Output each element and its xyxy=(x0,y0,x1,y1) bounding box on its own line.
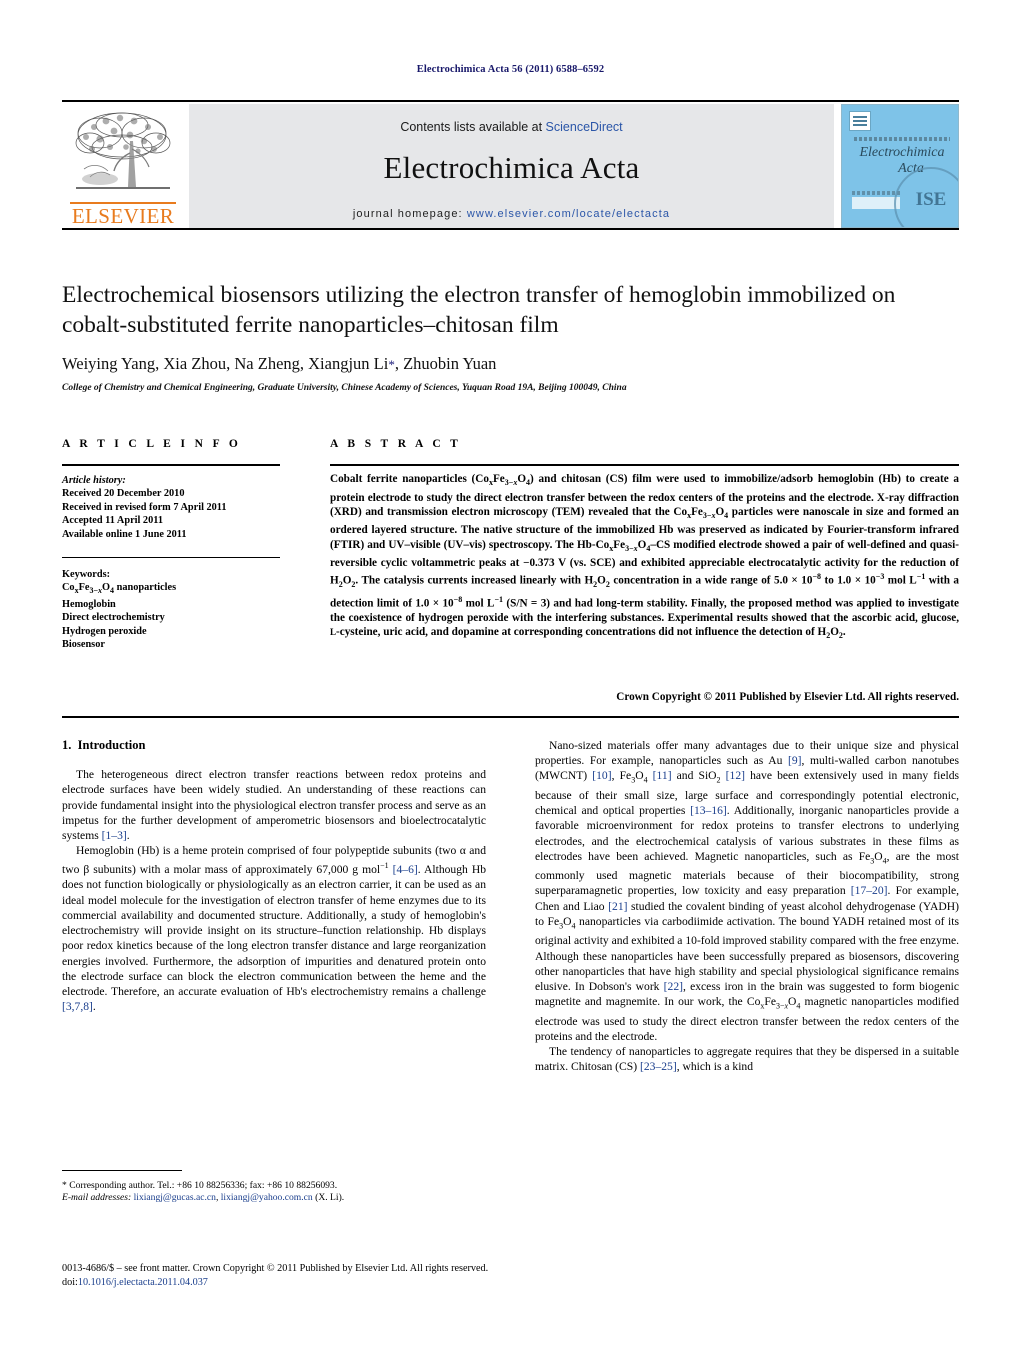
history-item: Received 20 December 2010 xyxy=(62,488,185,500)
contents-prefix: Contents lists available at xyxy=(400,120,546,134)
keyword-item: Hemoglobin xyxy=(62,598,116,610)
article-history: Article history: Received 20 December 20… xyxy=(62,474,280,541)
doi-label: doi: xyxy=(62,1276,78,1288)
footnote-corresponding: Corresponding author. Tel.: +86 10 88256… xyxy=(69,1180,338,1191)
masthead-top-rule xyxy=(62,100,959,102)
keyword-item: CoxFe3−xO4 nanoparticles xyxy=(62,582,177,596)
history-item: Received in revised form 7 April 2011 xyxy=(62,501,227,513)
email-label: E-mail addresses: xyxy=(62,1192,132,1204)
section-number: 1. xyxy=(62,738,72,752)
doi-line: doi:10.1016/j.electacta.2011.04.037 xyxy=(62,1276,959,1290)
contents-available-line: Contents lists available at ScienceDirec… xyxy=(189,120,834,134)
corresponding-author-footnote: * Corresponding author. Tel.: +86 10 882… xyxy=(62,1170,486,1205)
abstract-rule-top xyxy=(330,464,959,466)
info-rule-middle xyxy=(62,557,280,559)
cover-note-box xyxy=(852,197,900,209)
masthead-bottom-rule xyxy=(62,228,959,230)
email-attribution: (X. Li). xyxy=(315,1192,345,1204)
author-names: Weiying Yang, Xia Zhou, Na Zheng, Xiangj… xyxy=(62,354,389,373)
homepage-url-link[interactable]: www.elsevier.com/locate/electacta xyxy=(467,208,670,220)
keywords-block: Keywords: CoxFe3−xO4 nanoparticles Hemog… xyxy=(62,568,280,651)
journal-homepage-line: journal homepage: www.elsevier.com/locat… xyxy=(189,208,834,220)
elsevier-tree-icon xyxy=(70,109,176,199)
running-head: Electrochimica Acta 56 (2011) 6588–6592 xyxy=(416,64,605,75)
keywords-label: Keywords: xyxy=(62,569,111,580)
elsevier-wordmark: ELSEVIER xyxy=(71,204,175,228)
cover-kicker-rule xyxy=(854,137,950,141)
journal-title: Electrochimica Acta xyxy=(383,150,640,185)
elsevier-logo: ELSEVIER xyxy=(62,104,184,228)
affiliation: College of Chemistry and Chemical Engine… xyxy=(62,383,627,393)
author-list: Weiying Yang, Xia Zhou, Na Zheng, Xiangj… xyxy=(62,354,959,374)
citation-link[interactable]: [17–20] xyxy=(851,884,888,897)
article-history-label: Article history: xyxy=(62,475,126,486)
section-title: Introduction xyxy=(77,738,146,752)
cover-elsevier-icon xyxy=(849,111,871,131)
doi-link[interactable]: 10.1016/j.electacta.2011.04.037 xyxy=(78,1277,208,1288)
keyword-item: Biosensor xyxy=(62,639,105,651)
journal-cover-thumbnail[interactable]: Electrochimica Acta xyxy=(841,104,959,228)
paragraph: The heterogeneous direct electron transf… xyxy=(62,768,486,843)
footnote-rule xyxy=(62,1170,182,1172)
homepage-label: journal homepage: xyxy=(352,208,467,220)
citation-link[interactable]: [23–25] xyxy=(640,1060,677,1073)
citation-link[interactable]: [21] xyxy=(608,900,627,913)
citation-link[interactable]: [13–16] xyxy=(690,804,727,817)
citation-link[interactable]: [9] xyxy=(788,754,802,767)
citation-link[interactable]: [10] xyxy=(592,769,611,782)
author-names-tail: , Zhuobin Yuan xyxy=(394,354,497,373)
page-title: Electrochemical biosensors utilizing the… xyxy=(62,282,896,338)
issn-copyright-line: 0013-4686/$ – see front matter. Crown Co… xyxy=(62,1263,489,1274)
email-link-secondary[interactable]: lixiangj@yahoo.com.cn xyxy=(221,1192,313,1203)
history-item: Accepted 11 April 2011 xyxy=(62,515,163,527)
abstract-text: Cobalt ferrite nanoparticles (CoxFe3−xO4… xyxy=(330,473,960,641)
infoabs-bottom-rule xyxy=(62,716,959,718)
citation-link[interactable]: [12] xyxy=(726,769,745,782)
abstract-heading: A B S T R A C T xyxy=(330,438,462,450)
section-heading-introduction: 1. Introduction xyxy=(62,738,486,753)
cover-title-line1: Electrochimica xyxy=(859,145,945,160)
info-rule-top xyxy=(62,464,280,466)
paragraph: Nano-sized materials offer many advantag… xyxy=(535,739,960,1043)
keyword-item: Hydrogen peroxide xyxy=(62,625,147,637)
citation-link[interactable]: [22] xyxy=(664,980,683,993)
footnote-marker: * xyxy=(62,1180,67,1191)
keyword-item: Direct electrochemistry xyxy=(62,612,165,624)
title-block: Electrochemical biosensors utilizing the… xyxy=(62,280,959,393)
article-info-heading: A R T I C L E I N F O xyxy=(62,438,242,450)
history-item: Available online 1 June 2011 xyxy=(62,528,187,540)
citation-link[interactable]: [3,7,8] xyxy=(62,1000,93,1013)
column-left: 1. Introduction The heterogeneous direct… xyxy=(62,738,486,1014)
footnote-text: * Corresponding author. Tel.: +86 10 882… xyxy=(62,1180,345,1204)
paragraph: The tendency of nanoparticles to aggrega… xyxy=(535,1045,959,1074)
journal-masthead: ELSEVIER Contents lists available at Sci… xyxy=(62,100,959,230)
column-right: Nano-sized materials offer many advantag… xyxy=(535,738,959,1075)
masthead-banner: Contents lists available at ScienceDirec… xyxy=(189,104,834,228)
citation-link[interactable]: [11] xyxy=(653,769,672,782)
abstract-copyright: Crown Copyright © 2011 Published by Else… xyxy=(616,691,959,703)
email-link-primary[interactable]: lixiangj@gucas.ac.cn xyxy=(134,1192,216,1203)
page-footer: 0013-4686/$ – see front matter. Crown Co… xyxy=(62,1262,959,1289)
citation-link[interactable]: [1–3] xyxy=(102,829,127,842)
citation-link[interactable]: [4–6] xyxy=(393,863,418,876)
journal-article-page: Electrochimica Acta 56 (2011) 6588–6592 xyxy=(0,0,1021,1351)
paragraph: Hemoglobin (Hb) is a heme protein compri… xyxy=(62,844,486,1014)
sciencedirect-link[interactable]: ScienceDirect xyxy=(546,120,623,134)
